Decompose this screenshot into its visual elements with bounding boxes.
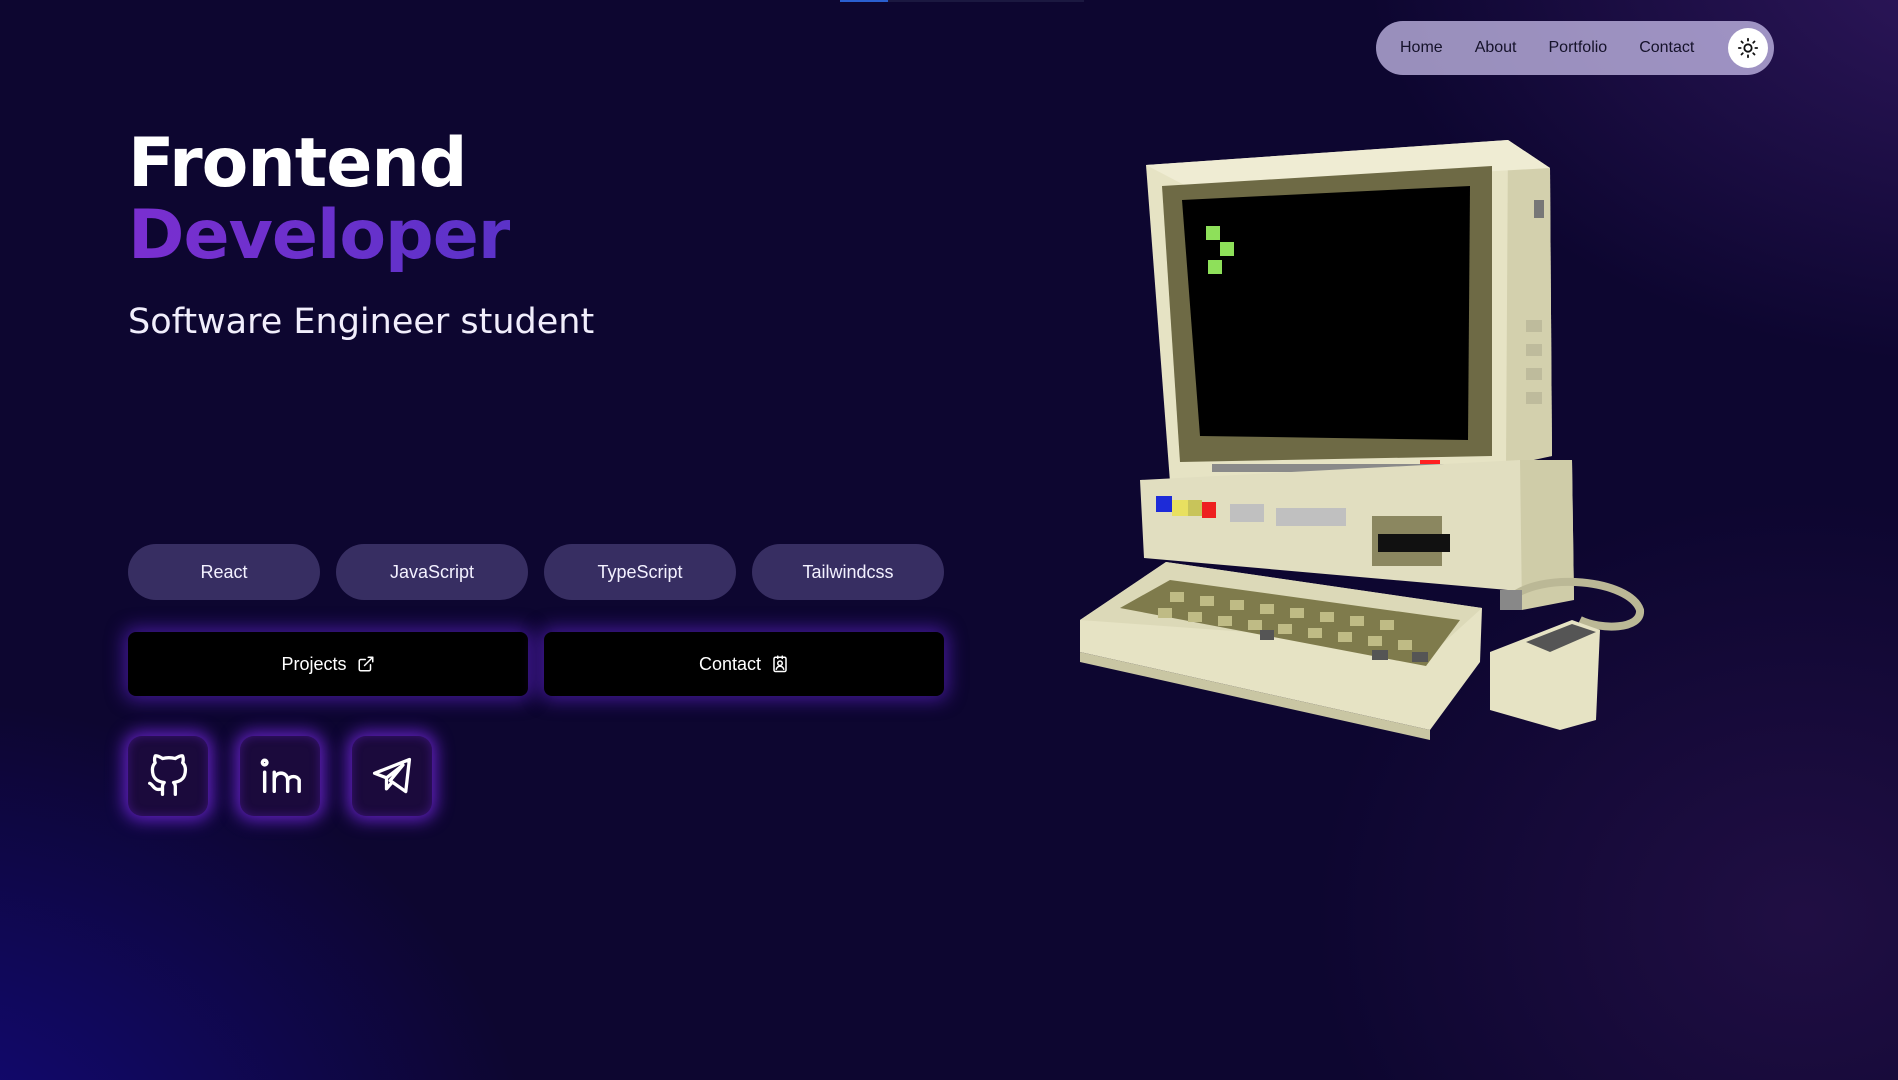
top-scroll-indicator-progress bbox=[840, 0, 888, 2]
telegram-link[interactable] bbox=[352, 736, 432, 816]
cta-buttons: Projects Contact bbox=[128, 632, 944, 696]
projects-button-label: Projects bbox=[281, 653, 347, 674]
hero-title: Frontend Developer bbox=[128, 124, 511, 275]
nav-link-about[interactable]: About bbox=[1475, 39, 1517, 57]
social-links bbox=[128, 736, 432, 816]
skill-chip-react: React bbox=[128, 544, 320, 600]
hero-title-line-2: Developer bbox=[128, 196, 511, 275]
linkedin-link[interactable] bbox=[240, 736, 320, 816]
nav-link-portfolio[interactable]: Portfolio bbox=[1549, 39, 1608, 57]
external-link-icon bbox=[358, 656, 374, 672]
hero-subtitle: Software Engineer student bbox=[128, 302, 595, 342]
skill-chip-javascript: JavaScript bbox=[336, 544, 528, 600]
github-link[interactable] bbox=[128, 736, 208, 816]
top-navigation: Home About Portfolio Contact bbox=[1376, 21, 1774, 75]
nav-link-contact[interactable]: Contact bbox=[1639, 39, 1694, 57]
skill-chip-tailwindcss: Tailwindcss bbox=[752, 544, 944, 600]
nav-link-home[interactable]: Home bbox=[1400, 39, 1443, 57]
retro-computer-illustration bbox=[1080, 140, 1644, 740]
sun-icon bbox=[1737, 37, 1759, 59]
hero-title-line-1: Frontend bbox=[128, 124, 467, 203]
skills-list: React JavaScript TypeScript Tailwindcss bbox=[128, 544, 944, 600]
linkedin-icon bbox=[260, 758, 301, 794]
contact-button[interactable]: Contact bbox=[544, 632, 944, 696]
projects-button[interactable]: Projects bbox=[128, 632, 528, 696]
skill-chip-typescript: TypeScript bbox=[544, 544, 736, 600]
contact-button-label: Contact bbox=[698, 653, 762, 674]
contact-card-icon bbox=[773, 655, 787, 673]
telegram-icon bbox=[372, 757, 412, 794]
github-icon bbox=[148, 754, 188, 796]
theme-toggle-button[interactable] bbox=[1728, 28, 1768, 68]
